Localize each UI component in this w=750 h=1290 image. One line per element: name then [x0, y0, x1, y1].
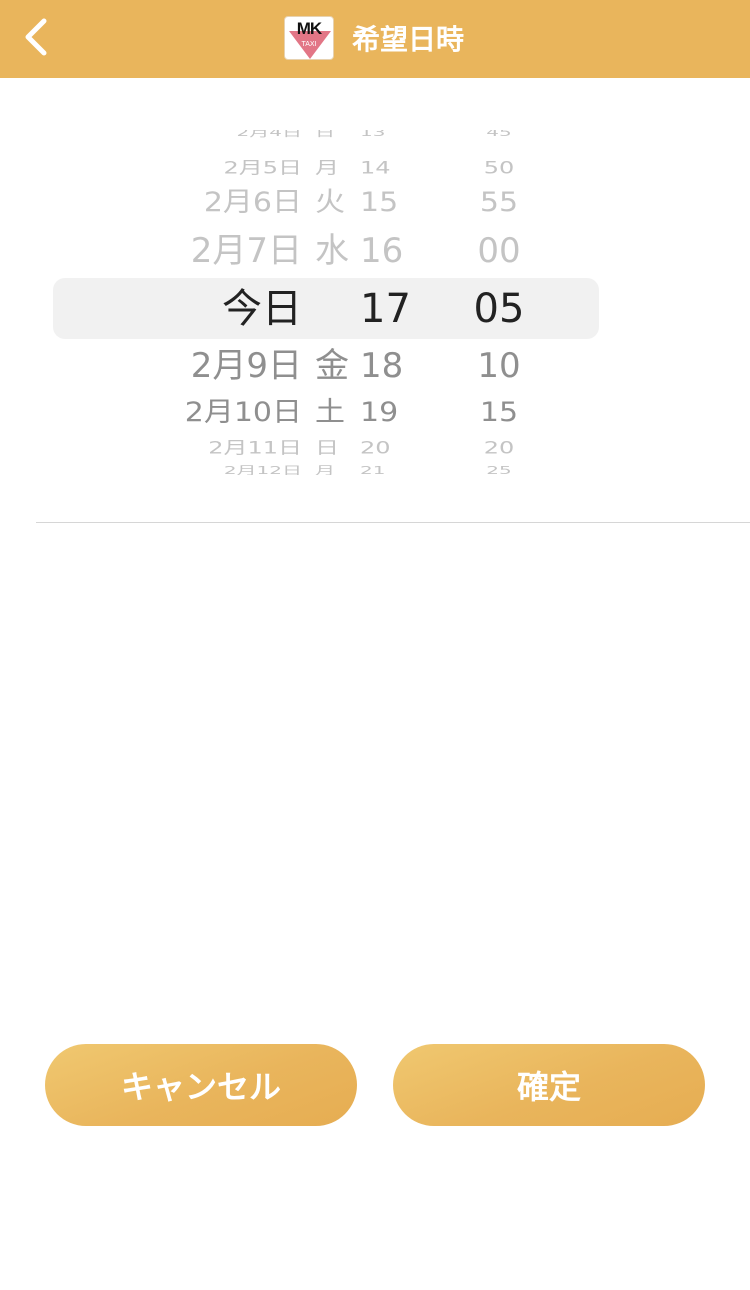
picker-minute: 10: [477, 346, 521, 386]
picker-minute: 45: [486, 130, 512, 139]
picker-minute: 05: [473, 286, 525, 332]
picker-row[interactable]: 2月4日 日 13 45: [0, 130, 750, 138]
picker-hour: 17: [360, 286, 411, 332]
cancel-button[interactable]: キャンセル: [45, 1044, 357, 1126]
picker-hour: 20: [360, 438, 391, 458]
picker-hour: 15: [360, 186, 399, 219]
picker-row[interactable]: 2月12日月 21 25: [0, 465, 750, 476]
picker-weekday: 日: [315, 130, 335, 139]
picker-hour: 19: [360, 396, 399, 429]
mk-taxi-logo: MK TAXI: [284, 16, 334, 60]
picker-weekday: 金: [315, 346, 349, 386]
header-bar: MK TAXI 希望日時: [0, 0, 750, 78]
logo-subtext: TAXI: [301, 41, 317, 48]
picker-date: 今日: [222, 286, 302, 332]
confirm-button[interactable]: 確定: [393, 1044, 705, 1126]
back-button[interactable]: [14, 14, 58, 64]
picker-minute: 15: [479, 396, 519, 429]
picker-hour: 14: [360, 158, 391, 178]
picker-row[interactable]: 2月6日火 15 55: [0, 186, 750, 219]
logo-text: MK: [296, 19, 322, 38]
picker-weekday: 月: [315, 463, 335, 476]
picker-row[interactable]: 2月5日月 14 50: [0, 160, 750, 177]
picker-hour: 13: [360, 130, 386, 139]
picker-date: 2月9日: [190, 346, 302, 386]
picker-row[interactable]: 2月10日土 19 15: [0, 396, 750, 429]
picker-hour: 21: [360, 463, 386, 476]
picker-row[interactable]: 2月9日金 18 10: [0, 349, 750, 383]
picker-hour: 16: [360, 231, 404, 271]
picker-minute: 25: [486, 463, 512, 476]
picker-minute: 50: [483, 158, 515, 178]
picker-hour: 18: [360, 346, 404, 386]
picker-weekday: 水: [315, 231, 349, 271]
picker-date: 2月5日: [223, 158, 302, 178]
picker-date: 2月7日: [190, 231, 302, 271]
picker-date: 2月10日: [184, 396, 302, 429]
picker-weekday: 月: [315, 158, 339, 178]
date-time-wheel-picker[interactable]: 2月4日日 13 45 2月5日月 14 50 2月6日火 15 55 2月7日水 16 00 今日 17…: [0, 130, 750, 475]
picker-minute: 00: [477, 231, 521, 271]
picker-date: 2月11日: [208, 438, 302, 458]
date-time-picker-screen: MK TAXI 希望日時 2月4日日 13 45 2月5日月 14 50 2月6日火 15 55…: [0, 0, 750, 1290]
picker-date: 2月12日: [223, 463, 302, 476]
page-title: 希望日時: [352, 23, 465, 56]
picker-row[interactable]: 2月11日日 20 20: [0, 440, 750, 457]
picker-weekday: 日: [315, 438, 339, 458]
chevron-left-icon: [23, 17, 49, 61]
picker-row[interactable]: 2月7日水 16 00: [0, 234, 750, 268]
picker-weekday: 土: [315, 396, 345, 429]
picker-date: 2月4日: [236, 130, 302, 139]
picker-weekday: 火: [315, 186, 345, 219]
picker-minute: 20: [483, 438, 515, 458]
divider: [36, 522, 750, 523]
picker-minute: 55: [479, 186, 519, 219]
picker-row-selected[interactable]: 今日 17 05: [0, 289, 750, 329]
picker-date: 2月6日: [203, 186, 302, 219]
